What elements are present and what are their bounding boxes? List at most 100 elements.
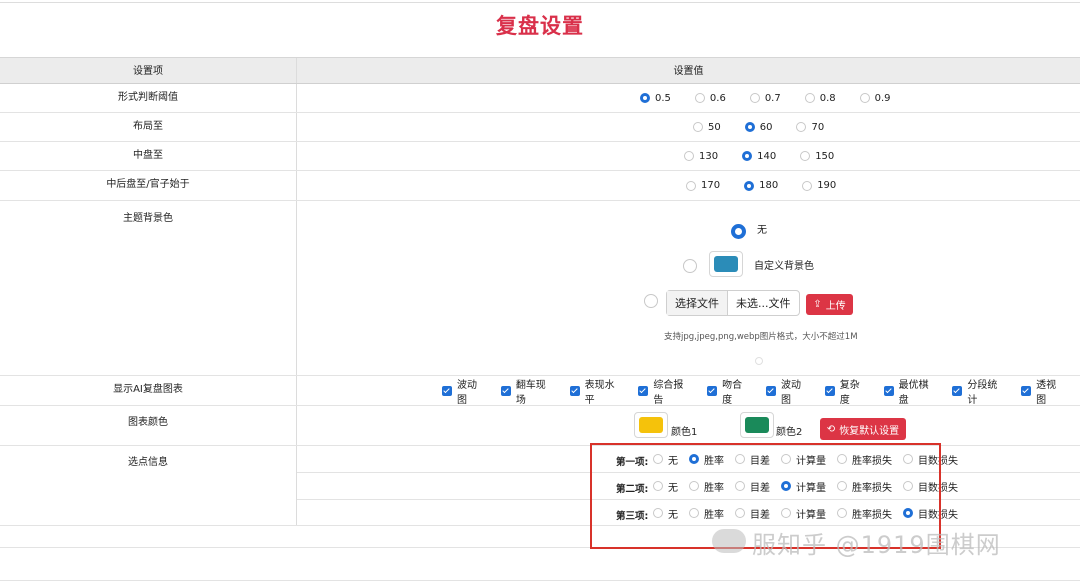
- theme-image-radio[interactable]: [644, 294, 658, 308]
- hidden-option-radio[interactable]: [755, 357, 763, 365]
- threshold-radio[interactable]: [749, 93, 760, 103]
- endgame-label: 中后盘至/官子始于: [106, 179, 190, 190]
- midgame-option[interactable]: 150: [800, 151, 834, 162]
- color2-swatch[interactable]: [740, 412, 774, 438]
- ai-chart-checkbox-item[interactable]: 透视图: [1021, 376, 1066, 406]
- ai-chart-checkbox-item[interactable]: 吻合度: [707, 376, 752, 406]
- color1-label: 颜色1: [671, 427, 698, 438]
- wechat-icon: [712, 529, 746, 553]
- checkbox-checked-icon[interactable]: [824, 385, 835, 396]
- checkbox-checked-icon[interactable]: [569, 385, 580, 396]
- midgame-option-label: 130: [699, 150, 719, 162]
- ai-chart-label: 翻车现场: [515, 379, 546, 406]
- ai-chart-checkbox-item[interactable]: 最优棋盘: [883, 376, 939, 406]
- midgame-option[interactable]: 140: [742, 151, 776, 162]
- midgame-option-label: 140: [757, 150, 777, 162]
- file-input[interactable]: 选择文件 未选...文件: [666, 290, 800, 316]
- top-border: [0, 2, 1080, 3]
- checkbox-checked-icon[interactable]: [442, 385, 452, 396]
- chart-color-label: 图表颜色: [128, 417, 168, 428]
- opening-label: 布局至: [133, 121, 163, 132]
- opening-option[interactable]: 50: [693, 122, 721, 133]
- ai-chart-checkbox-item[interactable]: 波动图: [765, 376, 811, 406]
- checkbox-checked-icon[interactable]: [952, 385, 963, 396]
- endgame-option-label: 170: [701, 180, 721, 191]
- color2-label: 颜色2: [776, 427, 803, 438]
- midgame-radio[interactable]: [800, 151, 811, 161]
- theme-none-radio[interactable]: [731, 224, 746, 239]
- header-setting-value: 设置值: [673, 66, 704, 77]
- ai-chart-checkbox-item[interactable]: 翻车现场: [500, 376, 556, 406]
- color2-fill: [745, 417, 769, 433]
- threshold-option[interactable]: 0.5: [640, 93, 671, 104]
- checkbox-checked-icon[interactable]: [500, 385, 511, 396]
- row-threshold: 形式判断阈值 0.5 0.6 0.7 0.8 0.9: [0, 84, 1080, 113]
- endgame-options: 170 180 190: [686, 171, 860, 200]
- ai-chart-label: 最优棋盘: [898, 379, 929, 406]
- ai-chart-label: 透视图: [1036, 379, 1057, 406]
- row-endgame: 中后盘至/官子始于 170 180 190: [0, 171, 1080, 201]
- threshold-option-label: 0.9: [874, 92, 891, 104]
- endgame-radio[interactable]: [686, 180, 696, 191]
- threshold-option[interactable]: 0.9: [859, 92, 891, 104]
- row-chart-color: 图表颜色 颜色1 颜色2 ⟲ 恢复默认设置: [0, 406, 1080, 446]
- opening-options: 50 60 70: [693, 113, 848, 141]
- midgame-radio[interactable]: [684, 151, 694, 161]
- midgame-label: 中盘至: [133, 150, 163, 161]
- threshold-radio[interactable]: [859, 93, 870, 103]
- endgame-option-label: 190: [817, 180, 837, 191]
- reset-label: 恢复默认设置: [839, 425, 900, 437]
- threshold-radio[interactable]: [694, 93, 705, 103]
- threshold-radio[interactable]: [640, 93, 650, 103]
- ai-chart-label: 波动图: [780, 379, 801, 406]
- upload-button[interactable]: ⇪ 上传: [806, 294, 853, 315]
- endgame-option[interactable]: 180: [744, 180, 778, 191]
- checkbox-checked-icon[interactable]: [1021, 385, 1032, 396]
- threshold-options: 0.5 0.6 0.7 0.8 0.9: [640, 84, 915, 112]
- threshold-option[interactable]: 0.7: [749, 92, 781, 104]
- opening-option-label: 70: [811, 121, 825, 133]
- threshold-option-label: 0.8: [819, 92, 836, 104]
- upload-label: 上传: [825, 301, 846, 312]
- ai-chart-checkbox-item[interactable]: 波动图: [442, 376, 487, 406]
- checkbox-checked-icon[interactable]: [765, 385, 776, 396]
- theme-custom-radio[interactable]: [683, 259, 697, 273]
- ai-chart-label: 表现水平: [584, 379, 615, 406]
- opening-option[interactable]: 60: [744, 122, 772, 133]
- reset-default-button[interactable]: ⟲ 恢复默认设置: [820, 418, 906, 440]
- opening-option[interactable]: 70: [796, 122, 824, 133]
- midgame-option-label: 150: [815, 150, 835, 162]
- midgame-option[interactable]: 130: [684, 151, 718, 162]
- endgame-option[interactable]: 170: [686, 180, 720, 191]
- row-theme-bg: 主题背景色 无 自定义背景色 选择文件 未选...文件 ⇪ 上传 支持jpg,j…: [0, 201, 1080, 376]
- threshold-option-label: 0.6: [709, 92, 726, 104]
- threshold-option-label: 0.7: [764, 92, 781, 104]
- endgame-radio[interactable]: [802, 180, 813, 191]
- page-title: 复盘设置: [496, 14, 584, 38]
- checkbox-checked-icon[interactable]: [883, 385, 894, 396]
- threshold-option[interactable]: 0.6: [694, 92, 726, 104]
- opening-option-label: 50: [708, 121, 721, 133]
- reset-icon: ⟲: [826, 423, 836, 435]
- ai-chart-checkbox-item[interactable]: 分段统计: [952, 376, 1007, 406]
- opening-radio[interactable]: [744, 122, 755, 132]
- opening-radio[interactable]: [796, 122, 807, 132]
- midgame-radio[interactable]: [742, 151, 753, 161]
- threshold-option[interactable]: 0.8: [804, 92, 836, 104]
- color1-swatch[interactable]: [634, 412, 668, 438]
- bottom-border: [0, 580, 1080, 581]
- row-opening: 布局至 50 60 70: [0, 113, 1080, 142]
- custom-color-swatch[interactable]: [709, 251, 743, 277]
- ai-chart-checkbox-item[interactable]: 综合报告: [638, 376, 693, 406]
- endgame-option[interactable]: 190: [802, 180, 836, 191]
- ai-chart-checkbox-item[interactable]: 复杂度: [824, 376, 870, 406]
- opening-radio[interactable]: [693, 122, 703, 132]
- upload-icon: ⇪: [813, 299, 822, 310]
- ai-charts-options: 波动图 翻车现场 表现水平 综合报告 吻合度 波动图 复杂度 最优棋盘 分段统计 透视图: [442, 376, 1080, 406]
- ai-chart-checkbox-item[interactable]: 表现水平: [569, 376, 625, 406]
- choose-file-button[interactable]: 选择文件: [667, 291, 728, 315]
- checkbox-checked-icon[interactable]: [638, 385, 649, 396]
- checkbox-checked-icon[interactable]: [707, 385, 718, 396]
- endgame-radio[interactable]: [744, 180, 755, 191]
- threshold-radio[interactable]: [804, 93, 815, 103]
